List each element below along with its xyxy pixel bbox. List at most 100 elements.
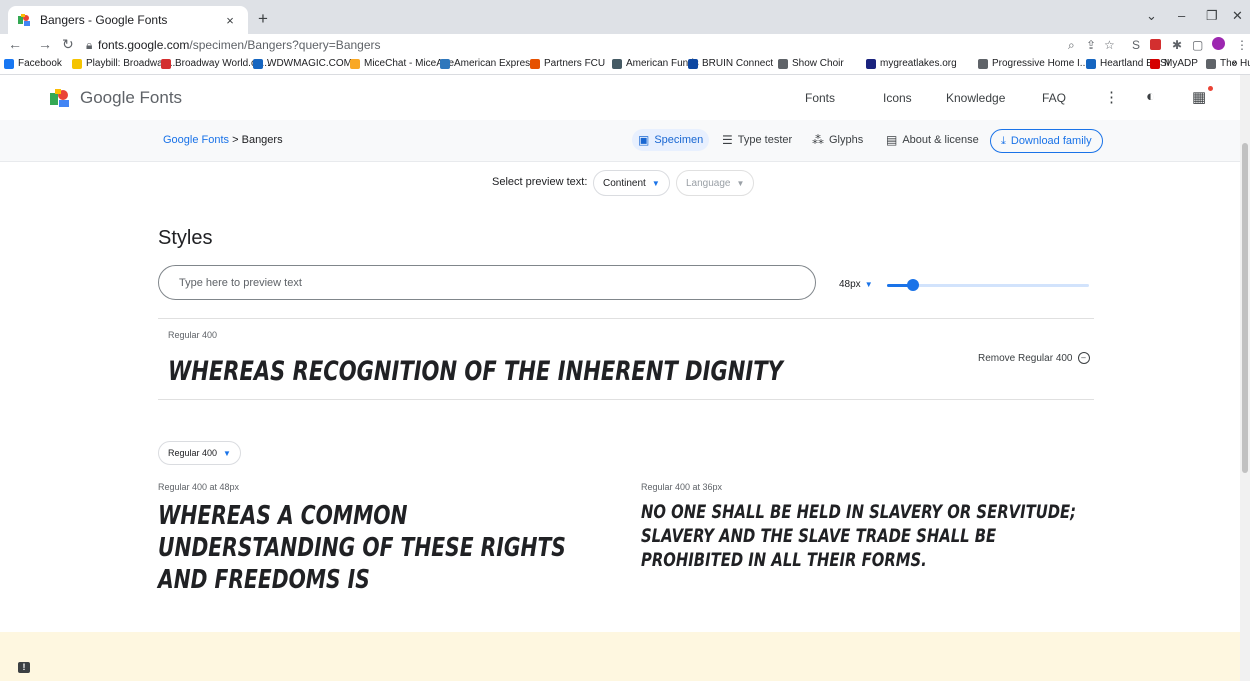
- share-icon[interactable]: ⇪: [1086, 38, 1096, 52]
- bookmark-item[interactable]: MiceChat - MiceAge: [350, 58, 454, 69]
- bookmark-item[interactable]: Partners FCU: [530, 58, 605, 69]
- slider-thumb[interactable]: [907, 279, 920, 291]
- specimen-subnav: Google Fonts > Bangers ▣ Specimen ☰ Type t…: [0, 120, 1240, 162]
- forward-icon[interactable]: →: [38, 36, 52, 52]
- bookmark-favicon-icon: [161, 58, 171, 69]
- tab-specimen[interactable]: ▣ Specimen: [632, 129, 710, 151]
- font-size-slider[interactable]: [887, 279, 1089, 291]
- bookmark-item[interactable]: WDWMAGIC.COM...: [253, 58, 360, 69]
- extensions-puzzle-icon[interactable]: ✱: [1172, 38, 1182, 52]
- bookmark-star-icon[interactable]: ☆: [1104, 38, 1115, 52]
- bookmark-favicon-icon: [778, 58, 788, 69]
- tab-about-label: About & license: [902, 134, 979, 146]
- remove-style-button[interactable]: Remove Regular 400–: [978, 352, 1090, 364]
- notification-dot-icon: [1208, 86, 1213, 91]
- preview-text-input[interactable]: Type here to preview text: [158, 265, 816, 300]
- restore-icon[interactable]: ❐: [1206, 8, 1218, 24]
- bookmark-label: Facebook: [18, 58, 62, 69]
- more-vert-icon[interactable]: ⋮: [1104, 88, 1119, 106]
- sample-right-label: Regular 400 at 36px: [641, 482, 723, 492]
- nav-fonts[interactable]: Fonts: [805, 91, 835, 105]
- theme-toggle-icon[interactable]: ◐: [1146, 88, 1155, 105]
- address-input[interactable]: fonts.google.com/specimen/Bangers?query=…: [98, 38, 381, 52]
- bookmark-item[interactable]: mygreatlakes.org: [866, 58, 957, 69]
- url-path: /specimen/Bangers?query=Bangers: [189, 38, 381, 52]
- sample-left-label: Regular 400 at 48px: [158, 482, 240, 492]
- profile-avatar-icon[interactable]: [1212, 37, 1225, 50]
- download-label: Download family: [1010, 135, 1092, 147]
- browser-tab[interactable]: Bangers - Google Fonts ×: [8, 6, 248, 34]
- chevron-down-icon: ▼: [864, 280, 873, 289]
- continent-select[interactable]: Continent ▼: [593, 170, 670, 196]
- type-tester-icon: ☰: [722, 133, 733, 147]
- minimize-icon[interactable]: –: [1178, 8, 1185, 23]
- about-icon: ▤: [886, 133, 898, 147]
- bookmark-label: The Hub: [1220, 58, 1250, 69]
- breadcrumb-root[interactable]: Google Fonts: [163, 134, 229, 146]
- styles-heading: Styles: [158, 227, 213, 249]
- bookmark-label: MyADP: [1164, 58, 1198, 69]
- bookmark-item[interactable]: Show Choir: [778, 58, 844, 69]
- zoom-icon[interactable]: ⌕: [1068, 38, 1075, 53]
- feedback-icon[interactable]: !: [18, 662, 30, 673]
- chevron-down-icon: ▼: [736, 178, 745, 188]
- tab-type-tester[interactable]: ☰ Type tester: [716, 129, 798, 151]
- style-dropdown[interactable]: Regular 400 ▼: [158, 441, 241, 465]
- side-panel-icon[interactable]: ▢: [1192, 38, 1203, 52]
- bookmark-favicon-icon: [72, 58, 82, 69]
- sample-right-text: No one shall be held in slavery or servi…: [641, 501, 1077, 571]
- download-family-button[interactable]: ⤓ Download family: [990, 129, 1103, 153]
- pdf-extension-icon[interactable]: [1150, 39, 1161, 50]
- brand-name: Google Fonts: [80, 88, 183, 107]
- bookmark-item[interactable]: American Funds: [612, 58, 699, 69]
- tab-glyphs[interactable]: ⁂ Glyphs: [806, 129, 869, 151]
- glyphs-icon: ⁂: [812, 133, 824, 147]
- address-bar-row: ← → ↻ 🔒︎ fonts.google.com/specimen/Bange…: [0, 34, 1250, 56]
- divider: [158, 399, 1094, 400]
- specimen-icon: ▣: [638, 133, 650, 147]
- page-scrollbar[interactable]: [1240, 75, 1250, 681]
- bookmark-item[interactable]: MyADP: [1150, 58, 1198, 69]
- font-size-select[interactable]: 48px ▼: [839, 279, 873, 290]
- tab-title: Bangers - Google Fonts: [40, 13, 168, 27]
- bookmark-favicon-icon: [530, 58, 540, 69]
- browser-menu-icon[interactable]: ⋮: [1236, 38, 1248, 52]
- bookmark-label: mygreatlakes.org: [880, 58, 957, 69]
- back-icon[interactable]: ←: [8, 36, 22, 52]
- google-fonts-logo[interactable]: Google Fonts: [50, 88, 182, 108]
- site-header: Google Fonts Fonts Icons Knowledge FAQ ⋮…: [0, 75, 1240, 121]
- preview-text-label: Select preview text:: [492, 176, 588, 188]
- bookmark-item[interactable]: BRUIN Connect: [688, 58, 773, 69]
- tab-type-tester-label: Type tester: [737, 134, 793, 146]
- extension-s-icon[interactable]: S: [1132, 38, 1140, 52]
- chevron-down-icon: ▼: [651, 178, 660, 188]
- tab-close-icon[interactable]: ×: [222, 13, 238, 28]
- new-tab-button[interactable]: +: [258, 9, 268, 29]
- bookmark-favicon-icon: [612, 58, 622, 69]
- bookmark-item[interactable]: Facebook: [4, 58, 62, 69]
- tab-about-license[interactable]: ▤ About & license: [880, 129, 985, 151]
- bookmark-favicon-icon: [1150, 58, 1160, 69]
- bookmark-item[interactable]: The Hub: [1206, 58, 1250, 69]
- window-close-icon[interactable]: ✕: [1232, 8, 1243, 24]
- tab-search-icon[interactable]: ⌄: [1146, 8, 1157, 24]
- bookmark-item[interactable]: Progressive Home I...: [978, 58, 1088, 69]
- tab-strip: Bangers - Google Fonts × + ⌄ – ❐ ✕: [0, 0, 1250, 34]
- scrollbar-thumb[interactable]: [1242, 143, 1248, 473]
- promo-band: [0, 632, 1240, 681]
- bookmark-favicon-icon: [440, 58, 450, 69]
- bookmark-favicon-icon: [1086, 58, 1096, 69]
- language-select[interactable]: Language ▼: [676, 170, 755, 196]
- nav-knowledge[interactable]: Knowledge: [946, 91, 1005, 105]
- bookmark-item[interactable]: American Express: [440, 58, 535, 69]
- reload-icon[interactable]: ↻: [62, 36, 74, 53]
- bookmark-favicon-icon: [1206, 58, 1216, 69]
- bookmark-favicon-icon: [688, 58, 698, 69]
- continent-label: Continent: [603, 177, 646, 189]
- bookmark-favicon-icon: [4, 58, 14, 69]
- nav-faq[interactable]: FAQ: [1042, 91, 1066, 105]
- nav-icons[interactable]: Icons: [883, 91, 912, 105]
- lock-icon[interactable]: 🔒︎: [86, 38, 92, 53]
- selected-families-icon[interactable]: ▦: [1192, 88, 1206, 106]
- chevron-down-icon: ▼: [223, 448, 231, 458]
